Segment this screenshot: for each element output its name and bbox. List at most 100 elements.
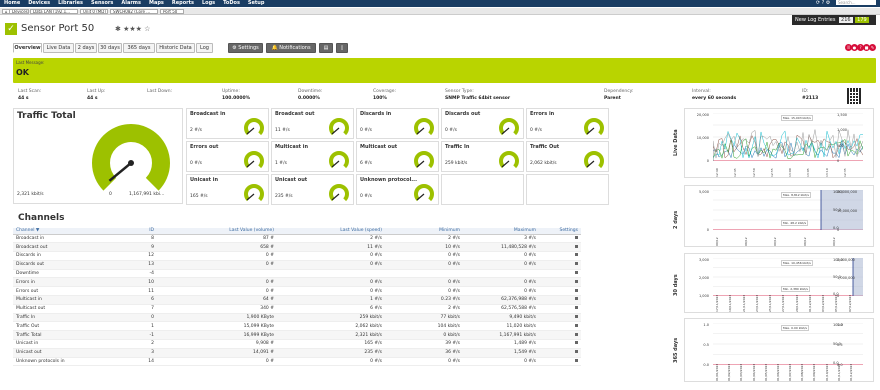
gear-icon[interactable] [575,253,578,257]
breadcrumb-item[interactable]: Data LAN (192.1... [30,9,78,14]
table-row[interactable]: Traffic In 0 1,900 KByte 259 kbit/s 77 kbit/… [13,313,581,323]
gear-icon[interactable] [575,306,578,310]
gear-icon[interactable] [575,288,578,292]
settings-cell [539,295,581,305]
gear-icon[interactable] [575,262,578,266]
action-button-4[interactable]: ✎ [869,44,876,51]
table-cell: 0 #/s [277,251,385,261]
menu-item-alarms[interactable]: Alarms [121,0,141,6]
gauge-discards-in: Discards in 0 #/s [356,108,439,139]
gear-icon[interactable] [575,279,578,283]
table-row[interactable]: Unicast out 3 14,091 #235 #/s 36 #/s 1,549 #… [13,348,581,358]
gear-icon[interactable] [575,350,578,354]
table-row[interactable]: Broadcast in 8 87 #2 #/s 2 #/s 3 #/s [13,234,581,244]
tab-8[interactable]: 🔔 Notifications [266,43,316,53]
gear-icon[interactable] [575,359,578,363]
menu-item-todos[interactable]: ToDos [223,0,240,6]
log-count-badge[interactable]: 216 [839,17,853,23]
table-cell: 8 [143,234,157,244]
table-cell [277,269,385,279]
graph-tooltip: Max. 10,456 kbit/s [781,260,813,266]
table-cell: 0 # [157,251,277,261]
settings-cell [539,357,581,367]
x-axis-tick: 01/03/2023 [739,363,744,381]
graph-365-days[interactable]: 365 days 1.0 0.5 0.0 1.0 0.5 0.0 100.0 50.0 0.0 Ma… [673,318,874,382]
menu-item-logs[interactable]: Logs [202,0,215,6]
tab-2[interactable]: 2 days [75,43,97,53]
tab-1[interactable]: Live Data [43,43,74,53]
x-axis-tick: 01/04/2023 [751,363,756,381]
table-cell: 165 #/s [277,339,385,349]
percent-axis-tick: 50.0 [833,275,841,279]
toolbar-icons[interactable]: ⟳ ? ⚙ [816,0,831,6]
last-message-banner: Last Message: OK [13,58,876,83]
breadcrumb-item[interactable]: Port 50 [160,9,184,14]
tab-4[interactable]: 365 days [123,43,155,53]
y-axis-tick: 3,000 [698,258,709,262]
tab-6[interactable]: Log [196,43,213,53]
stat-label: Dependency: [604,89,634,94]
tab-10[interactable]: ▯ [336,43,348,53]
priority-stars[interactable]: ✱ ★★★ ☆ [115,25,150,33]
search-input[interactable]: Search... [836,0,876,5]
table-cell: 2,321 kbit/s [277,330,385,341]
table-row[interactable]: Unicast in 2 9,908 #165 #/s 39 #/s 1,489 #/s [13,339,581,349]
settings-cell [539,286,581,297]
table-row[interactable]: Multicast out 7 340 #6 #/s 2 #/s 62,576,588 … [13,304,581,314]
gauge-broadcast-in: Broadcast in 2 #/s [186,108,269,139]
table-cell: 77 kbit/s [385,313,463,323]
table-row[interactable]: Multicast in 6 64 #1 #/s 0.23 #/s 62,376,988… [13,295,581,305]
x-axis-tick: 03/12/2023 [821,294,826,312]
table-cell: 235 #/s [277,348,385,358]
breadcrumb-item[interactable]: SWCH082 (Core ... [110,9,158,14]
gear-icon[interactable] [575,244,578,248]
y-axis-tick-right: 1,000 [837,128,848,133]
menu-item-sensors[interactable]: Sensors [91,0,113,6]
tab-9[interactable]: ▤ [319,43,333,53]
menu-item-maps[interactable]: Maps [149,0,164,6]
table-cell: 1 [143,321,157,332]
stat-7: Dependency: Parent [604,89,634,101]
tab-5[interactable]: Historic Data [156,43,195,53]
gear-icon[interactable] [575,341,578,345]
menu-item-reports[interactable]: Reports [172,0,194,6]
table-row[interactable]: Errors in 10 0 #0 #/s 0 #/s 0 #/s [13,277,581,288]
table-row[interactable]: Broadcast out 9 658 #11 #/s 10 #/s 11,480,52… [13,242,581,253]
gear-icon[interactable] [575,297,578,301]
graph-2-days[interactable]: 2 days 5,000 0 20,000,000 10,000,000 0 100.0 50… [673,185,874,247]
table-cell: 104 kbit/s [385,321,463,332]
x-axis-tick: 13:00 [788,168,792,177]
table-row[interactable]: Traffic Out 1 15,099 KByte 2,062 kbit/s 104 … [13,321,581,332]
settings-cell [539,260,581,270]
gear-icon[interactable] [575,235,578,239]
tab-7[interactable]: ⚙ Settings [228,43,263,53]
gear-icon[interactable] [575,271,578,275]
breadcrumb-item[interactable]: Devices [9,9,29,14]
graph-live-data[interactable]: Live Data 20,000 10,000 0 1,500 1,000 500 0 Max.… [673,108,874,178]
table-row[interactable]: Downtime -4 [13,269,581,279]
breadcrumb-item[interactable]: Unit 0 (MD) [80,9,108,14]
gauge-errors-in: Errors in 0 #/s [526,108,609,139]
tab-3[interactable]: 30 days [98,43,122,53]
menu-item-setup[interactable]: Setup [248,0,265,6]
stat-label: Coverage: [373,89,397,94]
new-log-entries-badge[interactable]: New Log Entries 216 179 [792,15,876,25]
menu-item-libraries[interactable]: Libraries [58,0,83,6]
table-cell: 15,099 KByte [157,321,277,332]
x-axis-tick: 12:40 [715,168,719,177]
table-row[interactable]: Traffic Total -1 16,999 KByte 2,321 kbit/s 0… [13,330,581,341]
tab-0[interactable]: Overview [13,43,42,53]
table-row[interactable]: Unknown protocols in 14 0 #0 #/s 0 #/s 0 #/s [13,357,581,367]
log-count-ok-badge[interactable]: 179 [855,17,869,23]
table-row[interactable]: Discards in 12 0 #0 #/s 0 #/s 0 #/s [13,251,581,261]
gear-icon[interactable] [575,315,578,319]
last-message-value: OK [16,68,29,77]
graph-30-days[interactable]: 30 days 3,000 2,000 1,000 2,000,000 1,000,000… [673,253,874,313]
table-row[interactable]: Errors out 11 0 #0 #/s 0 #/s 0 #/s [13,286,581,297]
y-axis-tick: 0 [706,228,709,232]
gear-icon[interactable] [575,323,578,327]
menu-item-devices[interactable]: Devices [28,0,50,6]
gear-icon[interactable] [575,332,578,336]
menu-item-home[interactable]: Home [4,0,20,6]
table-row[interactable]: Discards out 13 0 #0 #/s 0 #/s 0 #/s [13,260,581,270]
